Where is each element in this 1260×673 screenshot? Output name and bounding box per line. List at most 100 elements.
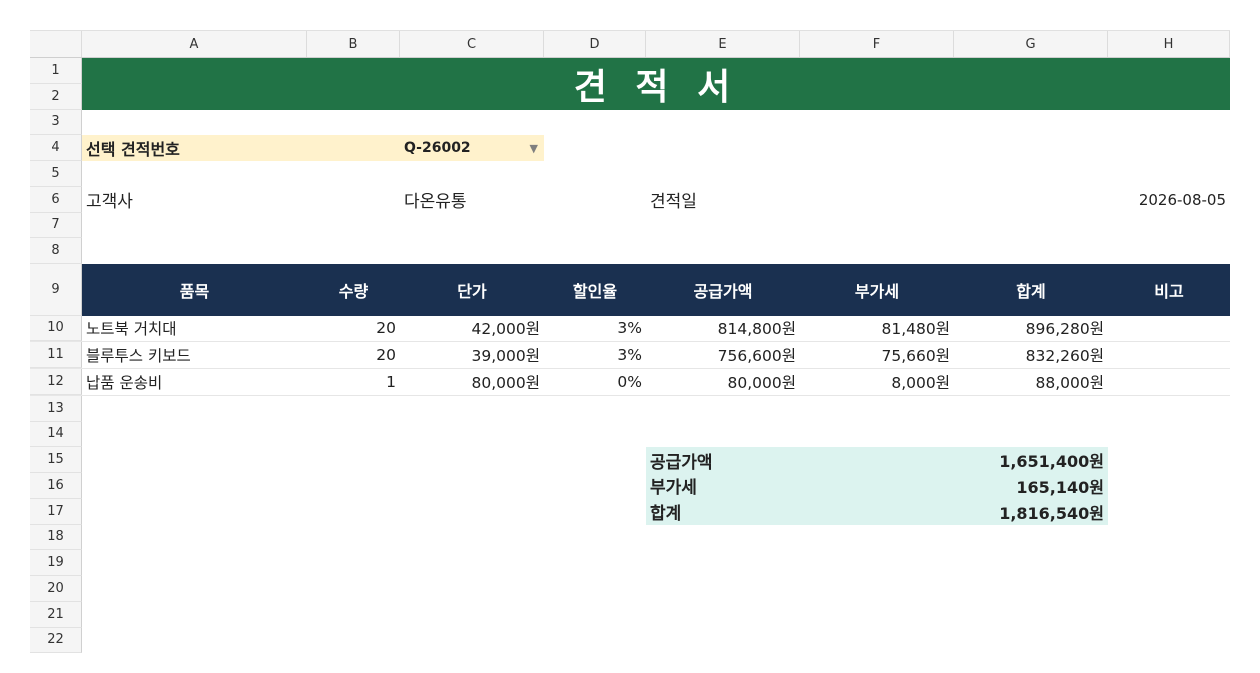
summary-label: 공급가액 — [650, 452, 713, 473]
header-item: 품목 — [179, 281, 210, 301]
table-row: 11 블루투스 키보드 20 39,000원 3% 756,600원 75,66… — [30, 342, 1230, 369]
sheet-row: 19 — [30, 550, 1230, 576]
item-discount[interactable]: 3% — [544, 342, 646, 368]
item-total[interactable]: 896,280원 — [954, 316, 1108, 342]
header-supply: 공급가액 — [693, 281, 753, 301]
row-header[interactable]: 7 — [30, 212, 82, 239]
column-header-a[interactable]: A — [82, 31, 307, 57]
item-vat[interactable]: 81,480원 — [800, 316, 954, 342]
item-discount[interactable]: 3% — [544, 316, 646, 342]
table-row: 12 납품 운송비 1 80,000원 0% 80,000원 8,000원 88… — [30, 369, 1230, 396]
column-header-g[interactable]: G — [954, 31, 1108, 57]
sheet-row: 21 — [30, 601, 1230, 628]
item-name[interactable]: 블루투스 키보드 — [82, 342, 307, 368]
item-vat[interactable]: 8,000원 — [800, 369, 954, 395]
row-header[interactable]: 14 — [30, 421, 82, 448]
item-note[interactable] — [1108, 369, 1230, 395]
header-unit-price: 단가 — [457, 281, 487, 301]
sheet-row: 5 — [30, 161, 1230, 187]
item-name[interactable]: 납품 운송비 — [82, 369, 307, 395]
item-supply[interactable]: 756,600원 — [646, 342, 800, 368]
sheet-row: 14 — [30, 421, 1230, 448]
header-note: 비고 — [1154, 281, 1184, 301]
title-rows: 견 적 서 1 2 — [30, 58, 1230, 110]
sheet-row: 7 — [30, 212, 1230, 239]
item-note[interactable] — [1108, 316, 1230, 342]
row-header[interactable]: 21 — [30, 601, 82, 628]
header-vat: 부가세 — [854, 281, 900, 301]
quote-number-dropdown[interactable]: Q-26002 ▼ — [400, 135, 544, 161]
row-header[interactable]: 1 — [30, 58, 82, 84]
row-header[interactable]: 5 — [30, 161, 82, 187]
row-header[interactable]: 6 — [30, 186, 82, 213]
sheet-row: 18 — [30, 524, 1230, 551]
row-header[interactable]: 12 — [30, 369, 82, 395]
summary-value[interactable]: 1,816,540원 — [954, 499, 1108, 525]
sheet-row: 20 — [30, 576, 1230, 602]
sheet-row: 4 선택 견적번호 Q-26002 ▼ — [30, 135, 1230, 161]
row-header[interactable]: 10 — [30, 315, 82, 342]
column-header-d[interactable]: D — [544, 31, 646, 57]
row-header[interactable]: 11 — [30, 342, 82, 368]
sheet-row: 8 — [30, 238, 1230, 264]
customer-value[interactable]: 다온유통 — [400, 187, 544, 213]
item-unit-price[interactable]: 80,000원 — [400, 369, 544, 395]
item-qty[interactable]: 20 — [307, 316, 400, 342]
item-note[interactable] — [1108, 342, 1230, 368]
item-qty[interactable]: 20 — [307, 342, 400, 368]
item-discount[interactable]: 0% — [544, 369, 646, 395]
summary-value[interactable]: 165,140원 — [954, 473, 1108, 499]
select-all-corner[interactable] — [30, 31, 82, 57]
sheet-row: 22 — [30, 627, 1230, 654]
item-name[interactable]: 노트북 거치대 — [82, 316, 307, 342]
row-header[interactable]: 17 — [30, 498, 82, 525]
table-row: 10 노트북 거치대 20 42,000원 3% 814,800원 81,480… — [30, 315, 1230, 343]
item-unit-price[interactable]: 42,000원 — [400, 316, 544, 342]
row-header[interactable]: 22 — [30, 627, 82, 654]
sheet-row: 6 고객사 다온유통 견적일 2026-08-05 — [30, 186, 1230, 213]
header-discount: 할인율 — [572, 281, 618, 301]
quote-number-value: Q-26002 — [404, 140, 471, 157]
column-header-f[interactable]: F — [800, 31, 954, 57]
row-header[interactable]: 16 — [30, 473, 82, 499]
column-header-e[interactable]: E — [646, 31, 800, 57]
column-header-h[interactable]: H — [1108, 31, 1230, 57]
row-header[interactable]: 2 — [30, 83, 82, 110]
summary-row: 15 공급가액 1,651,400원 — [30, 447, 1230, 473]
item-vat[interactable]: 75,660원 — [800, 342, 954, 368]
item-supply[interactable]: 80,000원 — [646, 369, 800, 395]
item-supply[interactable]: 814,800원 — [646, 316, 800, 342]
row-header[interactable]: 8 — [30, 238, 82, 264]
item-unit-price[interactable]: 39,000원 — [400, 342, 544, 368]
row-header[interactable]: 15 — [30, 447, 82, 473]
column-header-c[interactable]: C — [400, 31, 544, 57]
column-header-bar: A B C D E F G H — [30, 30, 1230, 58]
selector-label: 선택 견적번호 — [86, 140, 180, 160]
row-header[interactable]: 4 — [30, 135, 82, 161]
quote-title[interactable]: 견 적 서 — [82, 58, 1230, 110]
summary-label: 합계 — [650, 504, 682, 525]
item-total[interactable]: 88,000원 — [954, 369, 1108, 395]
summary-row: 16 부가세 165,140원 — [30, 473, 1230, 499]
row-header[interactable]: 19 — [30, 550, 82, 576]
row-header[interactable]: 3 — [30, 109, 82, 136]
row-header[interactable]: 18 — [30, 524, 82, 551]
summary-value[interactable]: 1,651,400원 — [954, 447, 1108, 473]
customer-label: 고객사 — [86, 192, 133, 213]
row-header[interactable]: 9 — [30, 264, 82, 316]
spreadsheet: A B C D E F G H 견 적 서 1 2 3 4 선택 견적번호 Q-… — [30, 30, 1230, 654]
column-header-b[interactable]: B — [307, 31, 400, 57]
item-qty[interactable]: 1 — [307, 369, 400, 395]
sheet-row: 3 — [30, 109, 1230, 136]
date-value[interactable]: 2026-08-05 — [1108, 187, 1230, 213]
row-header[interactable]: 13 — [30, 395, 82, 422]
header-qty: 수량 — [338, 281, 369, 301]
table-header-row: 9 품목 수량 단가 할인율 공급가액 부가세 합계 비고 — [30, 264, 1230, 316]
row-header[interactable]: 20 — [30, 576, 82, 602]
date-label: 견적일 — [650, 192, 697, 213]
summary-label: 부가세 — [650, 478, 697, 499]
header-total: 합계 — [1016, 281, 1046, 301]
item-total[interactable]: 832,260원 — [954, 342, 1108, 368]
sheet-row: 13 — [30, 395, 1230, 422]
dropdown-arrow-icon[interactable]: ▼ — [530, 142, 538, 155]
